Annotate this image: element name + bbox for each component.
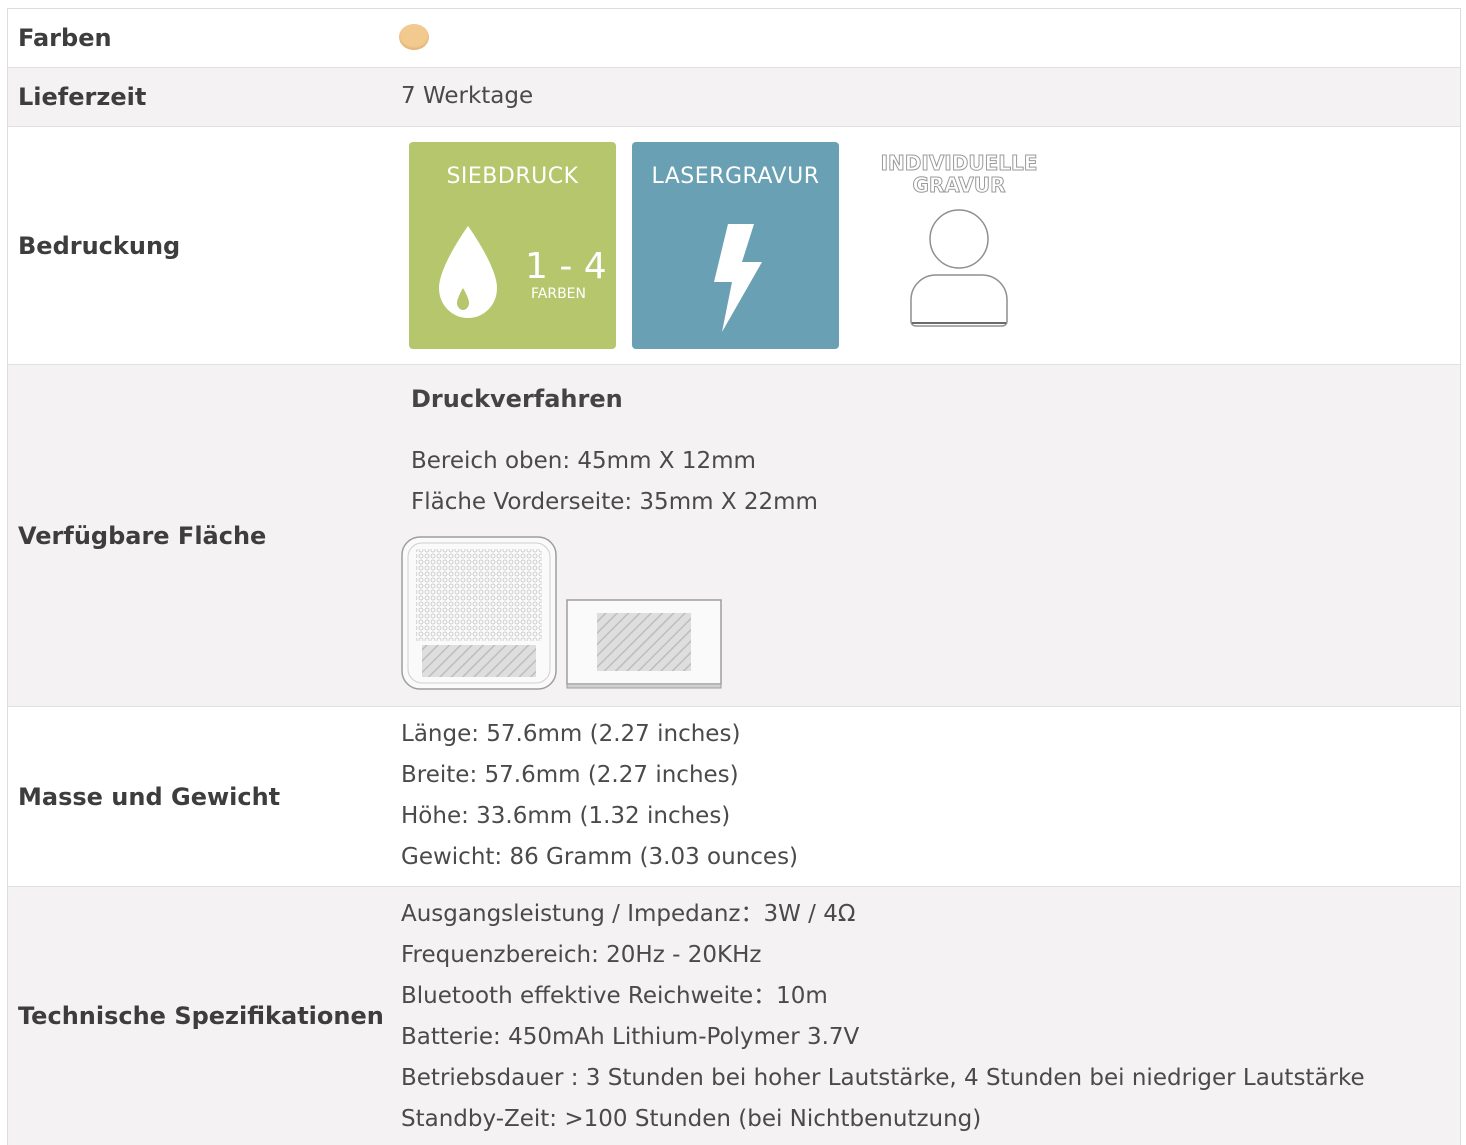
siebdruck-tile[interactable]: SIEBDRUCK 1 - 4 FARBEN (409, 142, 616, 349)
spec-bluetooth-range: Bluetooth effektive Reichweite：10m (401, 983, 828, 1009)
row-label-lieferzeit: Lieferzeit (18, 83, 147, 111)
person-icon[interactable] (906, 209, 1012, 329)
dimension-length: Länge: 57.6mm (2.27 inches) (401, 721, 741, 747)
individuelle-gravur-title: INDIVIDUELLE GRAVUR (880, 151, 1038, 197)
color-count: 1 - 4 (525, 246, 607, 287)
row-masse-gewicht: Masse und Gewicht Länge: 57.6mm (2.27 in… (8, 707, 1460, 887)
lasergravur-tile[interactable]: LASERGRAVUR (632, 142, 839, 349)
row-label-masse: Masse und Gewicht (18, 782, 281, 811)
color-swatch[interactable] (399, 24, 429, 50)
weight: Gewicht: 86 Gramm (3.03 ounces) (401, 844, 799, 870)
siebdruck-title: SIEBDRUCK (446, 164, 579, 189)
drop-icon (439, 226, 497, 318)
row-lieferzeit: Lieferzeit 7 Werktage (8, 68, 1460, 127)
speaker-print-area-diagram (401, 536, 722, 690)
row-label-bedruckung: Bedruckung (18, 231, 181, 260)
dimension-width: Breite: 57.6mm (2.27 inches) (401, 762, 739, 788)
row-label-technik: Technische Spezifikationen (18, 1002, 384, 1030)
row-verfuegbare-flaeche: Verfügbare Fläche Druckverfahren Bereich… (8, 365, 1460, 707)
row-bedruckung: Bedruckung SIEBDRUCK 1 - 4 FARBEN LASERG… (8, 127, 1460, 365)
tech-specs-list: Ausgangsleistung / Impedanz：3W / 4Ω Freq… (401, 894, 1365, 1140)
spec-frequency: Frequenzbereich: 20Hz - 20KHz (401, 942, 762, 968)
dimension-height: Höhe: 33.6mm (1.32 inches) (401, 803, 731, 829)
delivery-time-value: 7 Werktage (401, 83, 534, 109)
spec-runtime: Betriebsdauer : 3 Stunden bei hoher Laut… (401, 1065, 1365, 1091)
druckverfahren-heading: Druckverfahren (411, 385, 623, 413)
lightning-bolt-icon (714, 224, 762, 332)
lasergravur-title: LASERGRAVUR (651, 164, 820, 189)
row-label-flaeche: Verfügbare Fläche (18, 521, 267, 550)
print-area-list: Bereich oben: 45mm X 12mm Fläche Vorders… (411, 441, 818, 523)
color-count-label: FARBEN (531, 286, 586, 302)
product-spec-table: Farben Lieferzeit 7 Werktage Bedruckung … (7, 8, 1461, 1145)
print-area-top: Bereich oben: 45mm X 12mm (411, 448, 756, 474)
dimensions-list: Länge: 57.6mm (2.27 inches) Breite: 57.6… (401, 714, 798, 878)
row-label-farben: Farben (18, 24, 112, 52)
print-area-front: Fläche Vorderseite: 35mm X 22mm (411, 489, 818, 515)
spec-output: Ausgangsleistung / Impedanz：3W / 4Ω (401, 901, 856, 927)
row-technische-spezifikationen: Technische Spezifikationen Ausgangsleist… (8, 887, 1460, 1145)
spec-battery: Batterie: 450mAh Lithium-Polymer 3.7V (401, 1024, 860, 1050)
row-farben: Farben (8, 9, 1460, 68)
spec-standby: Standby-Zeit: >100 Stunden (bei Nichtben… (401, 1106, 982, 1132)
